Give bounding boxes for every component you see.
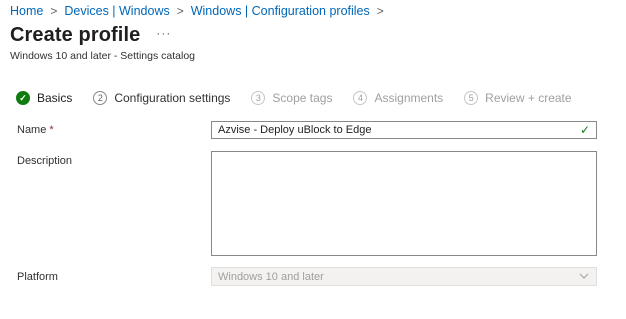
step-number-5: 5 — [464, 91, 479, 105]
name-label-text: Name — [17, 124, 47, 136]
name-input[interactable] — [211, 121, 597, 139]
checkmark-icon: ✓ — [580, 123, 591, 137]
step-assignments: 4 Assignments — [353, 91, 443, 105]
page-title: Create profile — [10, 24, 141, 46]
ellipsis-icon[interactable]: ··· — [156, 26, 171, 40]
wizard-steps: ✓ Basics 2 Configuration settings 3 Scop… — [16, 89, 593, 107]
title-row: Create profile ··· — [10, 24, 171, 47]
breadcrumb-home[interactable]: Home — [10, 4, 43, 18]
step-scope-tags: 3 Scope tags — [251, 91, 332, 105]
breadcrumb-configuration-profiles[interactable]: Windows | Configuration profiles — [191, 4, 370, 18]
required-marker: * — [49, 124, 54, 136]
step-basics[interactable]: ✓ Basics — [16, 91, 72, 105]
chevron-down-icon — [579, 273, 589, 279]
step-configuration-settings[interactable]: 2 Configuration settings — [93, 91, 230, 105]
breadcrumb: Home > Devices | Windows > Windows | Con… — [10, 3, 391, 19]
chevron-right-icon: > — [176, 4, 184, 18]
step-assignments-label: Assignments — [374, 91, 444, 105]
description-label: Description — [17, 155, 73, 167]
step-basics-label: Basics — [37, 91, 73, 105]
breadcrumb-devices-windows[interactable]: Devices | Windows — [64, 4, 169, 18]
step-scope-tags-label: Scope tags — [272, 91, 333, 105]
step-review-create: 5 Review + create — [464, 91, 572, 105]
checkmark-circle-icon: ✓ — [16, 91, 30, 105]
step-number-2: 2 — [93, 91, 108, 105]
page-subtitle: Windows 10 and later - Settings catalog — [10, 50, 196, 62]
chevron-right-icon: > — [50, 4, 58, 18]
name-label: Name * — [17, 124, 54, 136]
platform-select[interactable]: Windows 10 and later — [211, 267, 597, 286]
description-input[interactable] — [211, 151, 597, 256]
step-review-create-label: Review + create — [485, 91, 572, 105]
step-configuration-settings-label: Configuration settings — [114, 91, 231, 105]
step-number-3: 3 — [251, 91, 266, 105]
platform-selected-value: Windows 10 and later — [218, 270, 324, 283]
step-number-4: 4 — [353, 91, 368, 105]
platform-label: Platform — [17, 271, 58, 283]
chevron-right-icon: > — [376, 4, 384, 18]
